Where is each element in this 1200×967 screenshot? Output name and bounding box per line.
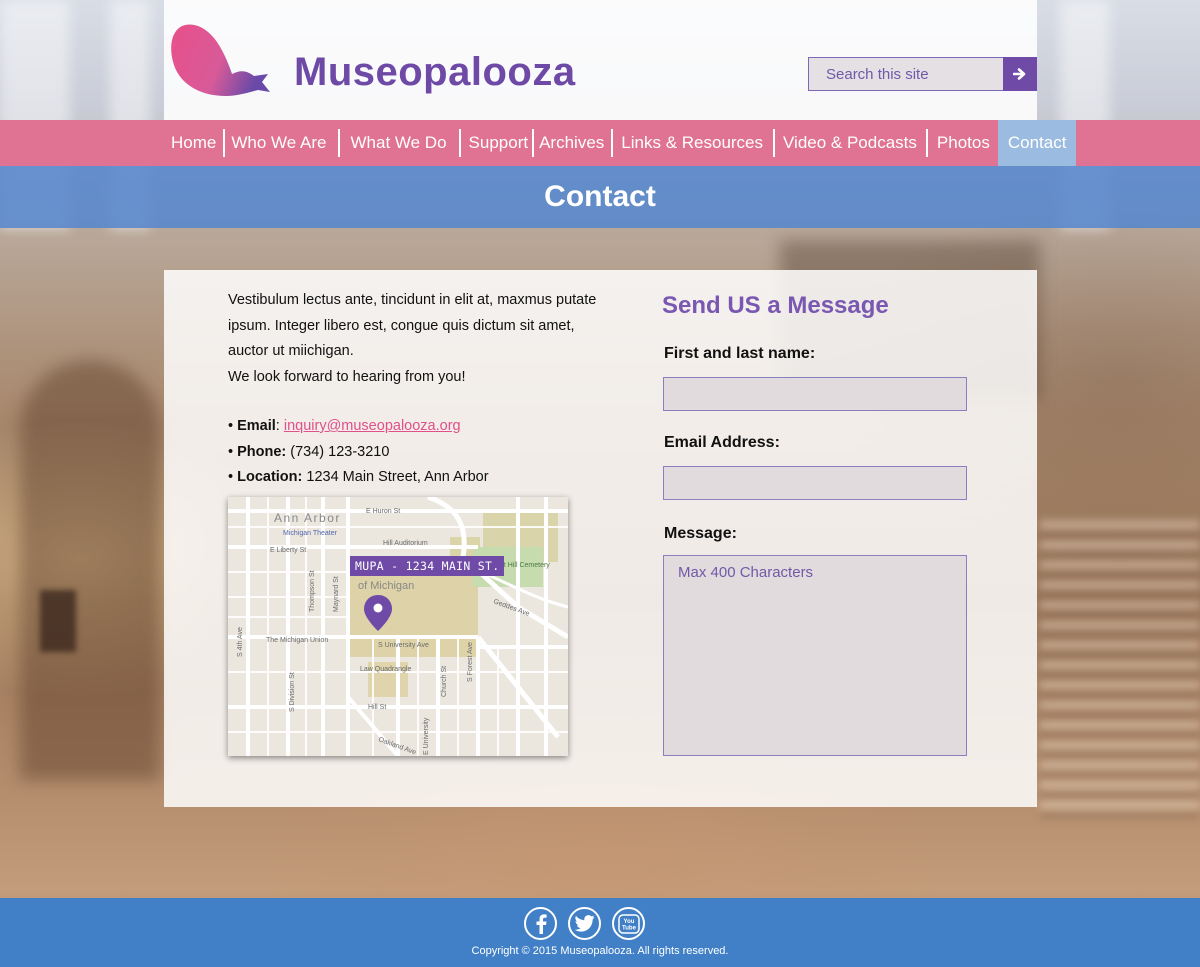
form-title: Send US a Message [662,292,889,319]
contact-email-item: • Email: inquiry@museopalooza.org [228,418,461,434]
map-label-church: Church St [441,666,448,697]
youtube-text: You Tube [622,919,637,932]
name-input[interactable] [663,377,967,411]
phone-label: Phone: [237,443,287,460]
facebook-icon[interactable] [524,907,557,940]
email-link[interactable]: inquiry@museopalooza.org [284,418,461,434]
contact-phone-item: • Phone: (734) 123-3210 [228,443,390,460]
map-label-hill-st: Hill St [368,704,386,711]
copyright-text: Copyright © 2015 Museopalooza. All right… [471,945,729,957]
message-label: Message: [664,525,737,542]
page-title: Contact [544,180,656,213]
map-label-huron: E Huron St [366,508,400,515]
nav-item-support[interactable]: Support [458,120,533,166]
location-label: Location: [237,469,303,485]
map-label-liberty: E Liberty St [270,547,306,554]
map-label-e-university: E University [423,717,430,755]
content-panel: Vestibulum lectus ante, tincidunt in eli… [164,270,1037,807]
nav-item-photos[interactable]: Photos [925,120,998,166]
search-input[interactable] [808,57,1003,91]
map-label-division: S Division St [289,672,296,712]
twitter-icon[interactable] [568,907,601,940]
contact-details: • Email: inquiry@museopalooza.org • Phon… [228,414,489,491]
phone-value: (734) 123-3210 [290,443,390,460]
youtube-icon[interactable]: You Tube [612,907,645,940]
map-marker-label: MUPA - 1234 MAIN ST. [350,556,505,576]
message-textarea[interactable] [663,555,967,756]
site-footer: You Tube Copyright © 2015 Museopalooza. A… [0,898,1200,967]
map-label-4th-ave: S 4th Ave [237,627,244,657]
location-map[interactable]: Ann Arbor E Huron St Michigan Theater E … [228,497,568,756]
map-label-ann-arbor: Ann Arbor [274,511,341,525]
social-links: You Tube [524,907,645,940]
email-field-label: Email Address: [664,434,780,451]
page-title-band: Contact [0,166,1200,228]
location-value: 1234 Main Street, Ann Arbor [306,469,489,485]
intro-closing: We look forward to hearing from you! [228,368,466,385]
nav-item-home[interactable]: Home [164,120,223,166]
map-label-s-university: S University Ave [378,642,429,649]
logo-bird-icon[interactable] [168,22,274,104]
nav-item-contact[interactable]: Contact [997,120,1077,166]
map-label-forest: S Forest Ave [467,642,474,682]
map-label-university: of Michigan [358,580,414,592]
intro-paragraph: Vestibulum lectus ante, tincidunt in eli… [228,292,597,359]
main-nav: Home Who We Are What We Do Support Archi… [0,120,1200,166]
nav-item-what-we-do[interactable]: What We Do [338,120,458,166]
map-label-theater: Michigan Theater [283,530,338,537]
contact-location-item: • Location: 1234 Main Street, Ann Arbor [228,469,489,485]
map-image: Ann Arbor E Huron St Michigan Theater E … [228,497,568,756]
map-label-thompson: Thompson St [309,570,316,612]
search-form [808,57,1037,91]
intro-text: Vestibulum lectus ante, tincidunt in eli… [228,288,600,390]
email-input[interactable] [663,466,967,500]
site-logo-text[interactable]: Museopalooza [294,50,576,95]
nav-item-links-resources[interactable]: Links & Resources [611,120,773,166]
search-button[interactable] [1003,57,1037,91]
email-label: Email [237,418,276,434]
nav-item-who-we-are[interactable]: Who We Are [223,120,338,166]
map-label-union: The Michigan Union [266,637,328,644]
nav-item-archives[interactable]: Archives [532,120,611,166]
map-label-hill-auditorium: Hill Auditorium [383,540,428,547]
map-label-maynard: Maynard St [333,576,340,612]
nav-item-video-podcasts[interactable]: Video & Podcasts [773,120,926,166]
name-label: First and last name: [664,345,816,362]
map-label-law-quad: Law Quadrangle [360,666,411,673]
arrow-right-icon [1013,68,1026,80]
site-header: Museopalooza [164,0,1037,120]
